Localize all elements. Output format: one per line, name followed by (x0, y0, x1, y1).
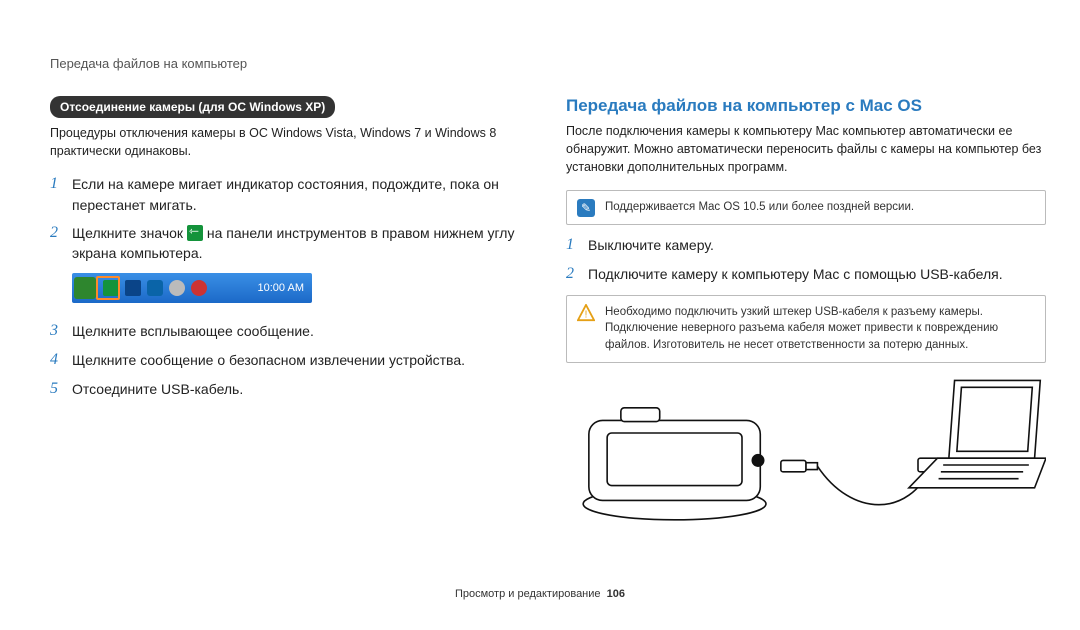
step-number: 4 (50, 350, 72, 371)
note-box: ✎ Поддерживается Mac OS 10.5 или более п… (566, 190, 1046, 225)
step-number: 2 (50, 223, 72, 244)
warning-box: ! Необходимо подключить узкий штекер USB… (566, 295, 1046, 363)
tray-alert-icon (191, 280, 207, 296)
right-step-1: 1 Выключите камеру. (566, 235, 1046, 256)
tray-shield-icon (125, 280, 141, 296)
svg-text:!: ! (585, 309, 588, 320)
left-intro: Процедуры отключения камеры в ОС Windows… (50, 124, 530, 160)
footer-label: Просмотр и редактирование (455, 588, 601, 600)
page-footer: Просмотр и редактирование 106 (0, 588, 1080, 600)
left-step-4: 4 Щелкните сообщение о безопасном извлеч… (50, 350, 530, 371)
left-step-1: 1 Если на камере мигает индикатор состоя… (50, 174, 530, 215)
step-number: 1 (50, 174, 72, 195)
right-column: Передача файлов на компьютер с Mac OS По… (566, 96, 1046, 519)
step-number: 1 (566, 235, 588, 256)
left-step-3: 3 Щелкните всплывающее сообщение. (50, 321, 530, 342)
step-text: Выключите камеру. (588, 235, 714, 255)
step-text: Отсоедините USB-кабель. (72, 379, 243, 399)
step-text: Щелкните значок на панели инструментов в… (72, 223, 530, 264)
step-text: Щелкните всплывающее сообщение. (72, 321, 314, 341)
right-intro: После подключения камеры к компьютеру Ma… (566, 122, 1046, 176)
left-step-2: 2 Щелкните значок на панели инструментов… (50, 223, 530, 264)
step-number: 5 (50, 379, 72, 400)
usb-illustration (566, 379, 1046, 519)
tray-volume-icon (169, 280, 185, 296)
step-text: Щелкните сообщение о безопасном извлечен… (72, 350, 465, 370)
step-number: 3 (50, 321, 72, 342)
step-number: 2 (566, 264, 588, 285)
left-step-5: 5 Отсоедините USB-кабель. (50, 379, 530, 400)
step-text: Подключите камеру к компьютеру Mac с пом… (588, 264, 1003, 284)
tray-network-icon (147, 280, 163, 296)
badge-heading: Отсоединение камеры (для ОС Windows XP) (50, 96, 335, 118)
mac-heading: Передача файлов на компьютер с Mac OS (566, 96, 1046, 116)
start-button-icon (74, 277, 96, 299)
note-text: Поддерживается Mac OS 10.5 или более поз… (605, 201, 914, 213)
right-step-2: 2 Подключите камеру к компьютеру Mac с п… (566, 264, 1046, 285)
warning-icon: ! (577, 304, 595, 322)
tray-highlight (96, 276, 120, 300)
left-column: Отсоединение камеры (для ОС Windows XP) … (50, 96, 530, 408)
safely-remove-icon (187, 225, 203, 241)
warning-text: Необходимо подключить узкий штекер USB-к… (605, 306, 998, 351)
tray-clock: 10:00 AM (258, 282, 304, 294)
taskbar-tray: 10:00 AM (72, 273, 312, 303)
step2-pre: Щелкните значок (72, 225, 187, 241)
step-text: Если на камере мигает индикатор состояни… (72, 174, 530, 215)
page-header: Передача файлов на компьютер (50, 56, 247, 71)
footer-page-number: 106 (607, 588, 625, 600)
info-icon: ✎ (577, 199, 595, 217)
